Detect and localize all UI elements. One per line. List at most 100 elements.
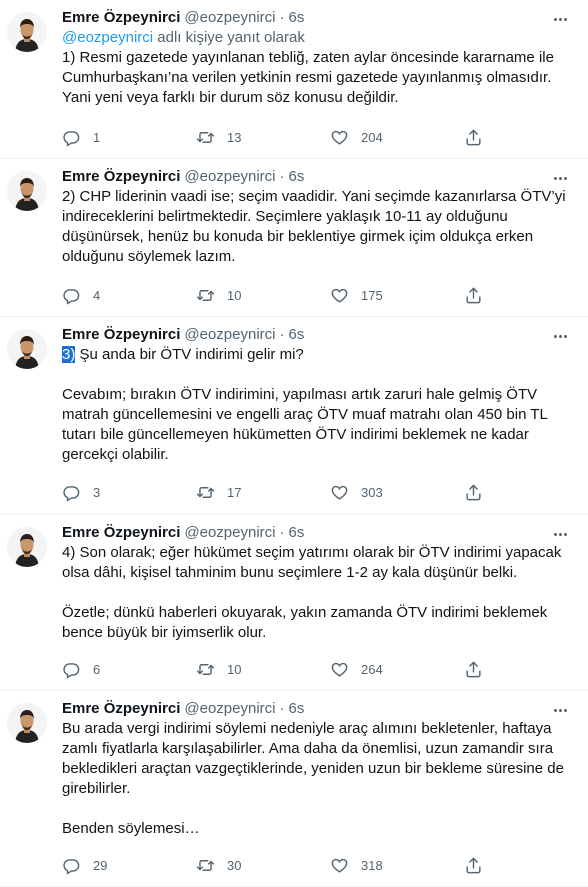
more-icon[interactable] [550,327,570,345]
retweet-button[interactable]: 17 [196,483,330,502]
reply-mention-link[interactable]: @eozpeynirci [62,29,153,46]
user-handle[interactable]: @eozpeynirci [184,699,275,719]
separator: · [279,524,285,541]
more-icon[interactable] [550,701,570,719]
avatar[interactable] [7,527,47,567]
share-icon [464,128,483,147]
reply-context-text: adlı kişiye yanıt olarak [153,29,305,46]
avatar[interactable] [7,12,47,52]
share-button[interactable] [464,286,494,305]
tweet[interactable]: Emre Özpeynirci @eozpeynirci · 6s 4) Son… [0,515,588,691]
tweet-actions: 29 30 318 [62,855,494,875]
retweet-button[interactable]: 10 [196,286,330,305]
display-name[interactable]: Emre Özpeynirci [62,8,180,28]
like-button[interactable]: 175 [330,286,464,305]
display-name[interactable]: Emre Özpeynirci [62,325,180,345]
tweet-paragraph: Benden söylemesi… [62,820,200,837]
share-icon [464,856,483,875]
tweet[interactable]: Emre Özpeynirci @eozpeynirci · 6s 2) CHP… [0,159,588,317]
retweet-icon [196,286,215,305]
user-handle[interactable]: @eozpeynirci [184,8,275,28]
timestamp[interactable]: 6s [289,8,305,28]
reply-button[interactable]: 6 [62,660,196,679]
reply-count: 29 [93,857,108,873]
tweet[interactable]: Emre Özpeynirci @eozpeynirci · 6s 3) Şu … [0,317,588,515]
tweet[interactable]: Emre Özpeynirci @eozpeynirci · 6s @eozpe… [0,0,588,159]
retweet-count: 17 [227,484,242,500]
like-count: 318 [361,857,383,873]
reply-icon [62,128,81,147]
timestamp[interactable]: 6s [289,699,305,719]
share-icon [464,660,483,679]
tweet-header: Emre Özpeynirci @eozpeynirci · 6s [62,515,588,543]
like-button[interactable]: 204 [330,128,464,147]
tweet-header: Emre Özpeynirci @eozpeynirci · 6s [62,691,588,719]
tweet-text: 3) Şu anda bir ÖTV indirimi gelir mi? Cev… [62,345,588,465]
user-handle[interactable]: @eozpeynirci [184,167,275,187]
display-name[interactable]: Emre Özpeynirci [62,699,180,719]
avatar[interactable] [7,329,47,369]
avatar[interactable] [7,703,47,743]
retweet-count: 13 [227,129,242,145]
reply-icon [62,660,81,679]
like-button[interactable]: 318 [330,856,464,875]
tweet-paragraph-text: Şu anda bir ÖTV indirimi gelir mi? [75,346,304,363]
user-handle[interactable]: @eozpeynirci [184,523,275,543]
timestamp[interactable]: 6s [289,325,305,345]
reply-button[interactable]: 1 [62,128,196,147]
reply-count: 6 [93,661,101,677]
share-button[interactable] [464,660,494,679]
tweet-text: Bu arada vergi indirimi söylemi nedeniyl… [62,719,588,839]
like-count: 264 [361,661,383,677]
reply-count: 3 [93,484,101,500]
like-count: 204 [361,129,383,145]
retweet-count: 10 [227,661,242,677]
reply-context: @eozpeynirci adlı kişiye yanıt olarak [62,28,588,48]
tweet[interactable]: Emre Özpeynirci @eozpeynirci · 6s Bu ara… [0,691,588,887]
separator: · [279,326,285,343]
separator: · [279,700,285,717]
share-button[interactable] [464,856,494,875]
user-handle[interactable]: @eozpeynirci [184,325,275,345]
share-button[interactable] [464,483,494,502]
retweet-button[interactable]: 13 [196,128,330,147]
more-icon[interactable] [550,10,570,28]
display-name[interactable]: Emre Özpeynirci [62,167,180,187]
reply-icon [62,483,81,502]
tweet-actions: 6 10 264 [62,659,494,679]
heart-icon [330,286,349,305]
retweet-button[interactable]: 30 [196,856,330,875]
timestamp[interactable]: 6s [289,523,305,543]
more-icon[interactable] [550,525,570,543]
retweet-count: 30 [227,857,242,873]
retweet-count: 10 [227,287,242,303]
tweet-paragraph: Cevabım; bırakın ÖTV indirimini, yapılma… [62,386,548,463]
reply-button[interactable]: 4 [62,286,196,305]
heart-icon [330,483,349,502]
display-name[interactable]: Emre Özpeynirci [62,523,180,543]
more-icon[interactable] [550,169,570,187]
separator: · [279,9,285,26]
timestamp[interactable]: 6s [289,167,305,187]
reply-button[interactable]: 3 [62,483,196,502]
heart-icon [330,128,349,147]
tweet-paragraph: 4) Son olarak; eğer hükümet seçim yatırı… [62,544,562,581]
reply-button[interactable]: 29 [62,856,196,875]
retweet-button[interactable]: 10 [196,660,330,679]
tweet-paragraph: 2) CHP liderinin vaadi ise; seçim vaadid… [62,188,566,265]
reply-icon [62,286,81,305]
tweet-text: 1) Resmi gazetede yayınlanan tebliğ, zat… [62,48,588,108]
tweet-paragraph: 1) Resmi gazetede yayınlanan tebliğ, zat… [62,49,554,106]
retweet-icon [196,128,215,147]
reply-count: 1 [93,129,101,145]
retweet-icon [196,660,215,679]
avatar[interactable] [7,171,47,211]
tweet-actions: 1 13 204 [62,127,494,147]
like-button[interactable]: 264 [330,660,464,679]
share-button[interactable] [464,128,494,147]
like-count: 303 [361,484,383,500]
share-icon [464,286,483,305]
separator: · [279,168,285,185]
like-button[interactable]: 303 [330,483,464,502]
retweet-icon [196,856,215,875]
